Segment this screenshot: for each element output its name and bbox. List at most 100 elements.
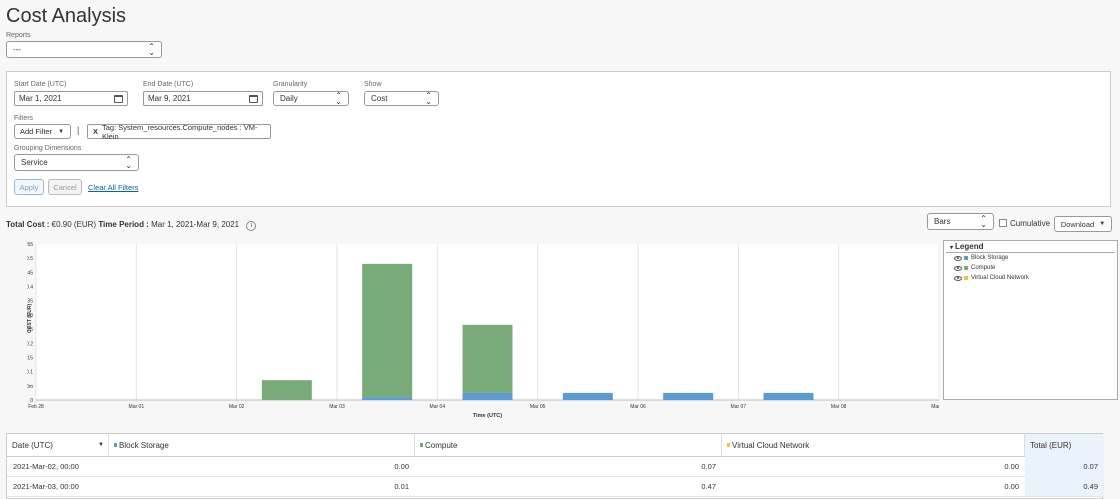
- table-cell-date: 2021-Mar-03, 00:00: [13, 481, 79, 491]
- x-tick-label: Mar 09: [931, 404, 939, 410]
- y-tick-label: 0.35: [27, 299, 33, 305]
- bar-compute: [462, 324, 513, 393]
- bar-block-storage: [562, 392, 613, 400]
- legend-item-compute[interactable]: Compute: [944, 263, 1117, 273]
- table-cell-total: 0.49: [1025, 476, 1104, 496]
- x-tick-label: Mar 06: [630, 404, 646, 410]
- info-icon[interactable]: i: [246, 221, 257, 231]
- start-date-label: Start Date (UTC): [14, 81, 67, 88]
- table-cell: 0.00: [1004, 461, 1019, 471]
- grouping-select[interactable]: Service ⌃ ⌄: [14, 154, 139, 171]
- y-tick-label: 0.1: [27, 370, 33, 376]
- chevron-updown-icon: ⌃ ⌄: [980, 213, 987, 229]
- column-header-block-storage[interactable]: Block Storage: [109, 434, 415, 456]
- legend-item-block-storage[interactable]: Block Storage: [944, 253, 1117, 263]
- table-cell-total: 0.07: [1025, 456, 1104, 476]
- legend-title: ▾ Legend: [946, 241, 1115, 253]
- swatch-vcn: [727, 443, 730, 447]
- chevron-updown-icon: ⌃ ⌄: [335, 90, 342, 106]
- x-tick-label: Mar 07: [731, 404, 747, 410]
- granularity-value: Daily: [280, 94, 298, 103]
- legend-swatch: [964, 266, 968, 270]
- caret-down-icon: ▼: [58, 128, 65, 135]
- x-tick-label: Mar 01: [129, 404, 145, 410]
- chart-type-value: Bars: [934, 217, 951, 226]
- y-tick-label: 0.4: [27, 285, 33, 291]
- y-tick-label: 0.45: [27, 270, 33, 276]
- cancel-button[interactable]: Cancel: [48, 179, 82, 195]
- column-header-total[interactable]: Total (EUR): [1025, 434, 1104, 456]
- end-date-input[interactable]: Mar 9, 2021: [143, 91, 263, 106]
- legend-title-text: Legend: [955, 242, 984, 251]
- x-tick-label: Mar 08: [831, 404, 847, 410]
- granularity-select[interactable]: Daily ⌃ ⌄: [273, 91, 349, 106]
- apply-button[interactable]: Apply: [14, 179, 44, 195]
- filter-tag-chip: X Tag: System_resources.Compute_nodes : …: [87, 122, 271, 141]
- legend-label: Virtual Cloud Network: [971, 275, 1029, 281]
- remove-filter-icon[interactable]: X: [93, 127, 98, 136]
- calendar-icon[interactable]: [249, 94, 258, 103]
- cumulative-checkbox[interactable]: [999, 219, 1007, 227]
- time-period-label: Time Period :: [98, 220, 152, 229]
- eye-icon[interactable]: [954, 255, 962, 261]
- swatch-compute: [420, 443, 423, 447]
- column-header-vcn[interactable]: Virtual Cloud Network: [722, 434, 1025, 456]
- bar-block-storage: [663, 392, 714, 400]
- filter-separator: |: [77, 125, 80, 135]
- end-date-label: End Date (UTC): [143, 81, 194, 88]
- collapse-triangle-icon[interactable]: ▾: [950, 245, 953, 251]
- add-filter-button[interactable]: Add Filter ▼: [14, 124, 71, 139]
- legend-swatch: [964, 276, 968, 280]
- table-cell: 0.01: [394, 481, 409, 491]
- download-button[interactable]: Download ▼: [1054, 216, 1112, 232]
- x-tick-label: Mar 05: [530, 404, 546, 410]
- column-header-date[interactable]: Date (UTC) ▼: [7, 434, 109, 456]
- table-cell: 0.07: [701, 461, 716, 471]
- header-label: Block Storage: [119, 440, 169, 450]
- header-label: Date (UTC): [12, 440, 53, 450]
- reports-select[interactable]: --- ⌃ ⌄: [6, 41, 162, 58]
- show-value: Cost: [371, 94, 388, 103]
- chart-type-select[interactable]: Bars ⌃ ⌄: [927, 213, 994, 230]
- page-title: Cost Analysis: [6, 5, 127, 27]
- reports-value: ---: [13, 45, 21, 54]
- legend-label: Compute: [971, 265, 996, 271]
- y-tick-label: 50m: [27, 384, 33, 390]
- total-cost-label: Total Cost :: [6, 220, 52, 229]
- bar-block-storage: [362, 397, 413, 400]
- filters-label: Filters: [14, 115, 34, 122]
- legend-label: Block Storage: [971, 255, 1009, 261]
- calendar-icon[interactable]: [114, 94, 123, 103]
- x-tick-label: Mar 03: [329, 404, 345, 410]
- filter-tag-text: Tag: System_resources.Compute_nodes : VM…: [102, 122, 258, 141]
- y-tick-label: 0.2: [27, 341, 33, 347]
- y-axis-label: COST (EUR): [27, 304, 33, 334]
- sort-caret-icon[interactable]: ▼: [98, 442, 104, 448]
- chevron-updown-icon: ⌃ ⌄: [125, 154, 132, 170]
- start-date-value: Mar 1, 2021: [19, 94, 62, 103]
- start-date-input[interactable]: Mar 1, 2021: [14, 91, 128, 106]
- show-select[interactable]: Cost ⌃ ⌄: [364, 91, 439, 106]
- chevron-updown-icon: ⌃ ⌄: [148, 41, 155, 57]
- header-label: Virtual Cloud Network: [732, 440, 810, 450]
- y-tick-label: 0.5: [27, 256, 33, 262]
- clear-all-filters-link[interactable]: Clear All Filters: [88, 183, 138, 192]
- bar-block-storage: [763, 392, 814, 400]
- swatch-block-storage: [114, 443, 117, 447]
- header-label: Total (EUR): [1030, 440, 1072, 450]
- end-date-value: Mar 9, 2021: [148, 94, 191, 103]
- show-label: Show: [364, 81, 382, 88]
- time-period-value: Mar 1, 2021-Mar 9, 2021: [151, 220, 240, 229]
- bar-block-storage: [462, 392, 513, 400]
- legend-item-virtual-cloud-network[interactable]: Virtual Cloud Network: [944, 273, 1117, 283]
- table-cell-date: 2021-Mar-02, 00:00: [13, 461, 79, 471]
- eye-icon[interactable]: [954, 275, 962, 281]
- cost-chart: 0.550.50.450.40.350.30.250.20.150.150m0C…: [27, 242, 939, 422]
- column-header-compute[interactable]: Compute: [415, 434, 722, 456]
- eye-icon[interactable]: [954, 265, 962, 271]
- legend-swatch: [964, 256, 968, 260]
- bar-compute: [362, 263, 413, 398]
- chevron-updown-icon: ⌃ ⌄: [425, 90, 432, 106]
- cumulative-label: Cumulative: [1010, 219, 1051, 228]
- grouping-label: Grouping Dimensions: [14, 145, 82, 152]
